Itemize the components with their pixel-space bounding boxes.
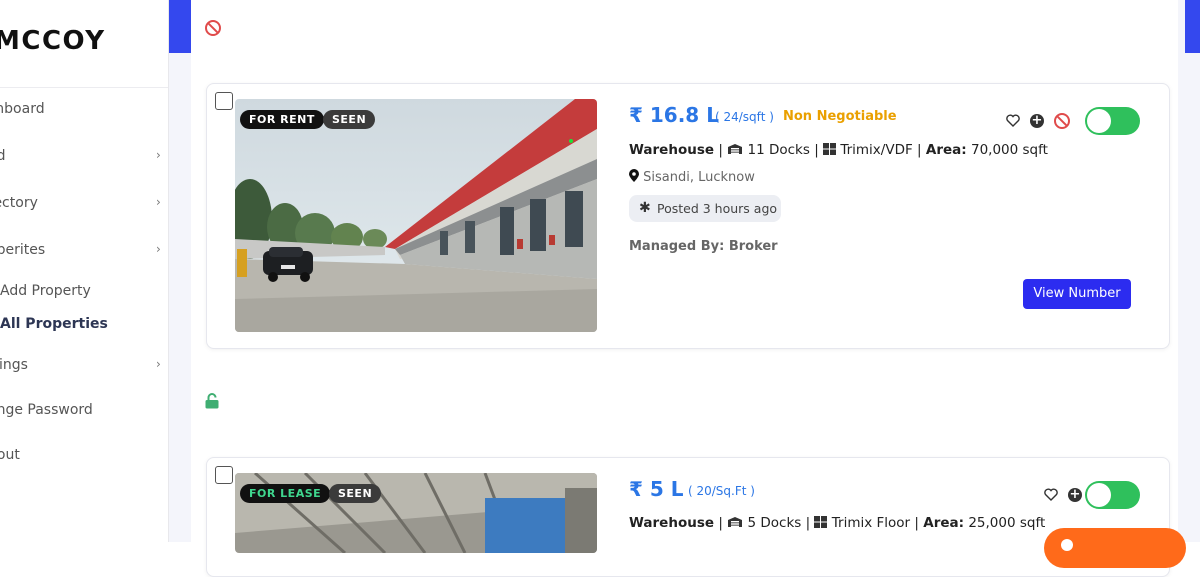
listing-toggle[interactable]	[1085, 107, 1140, 135]
category-label: Warehouse	[629, 515, 715, 531]
chevron-right-icon[interactable]: ›	[156, 357, 161, 371]
map-pin-icon	[629, 169, 639, 182]
warehouse-photo	[235, 99, 597, 332]
spec-separator: |	[917, 142, 922, 158]
listing-rate: ( 20/Sq.Ft )	[688, 484, 755, 498]
floor-type: Trimix/VDF	[840, 142, 913, 158]
floor-grid-icon	[814, 516, 828, 528]
nav-logout[interactable]: gout	[0, 447, 20, 463]
area-label: Area:	[923, 515, 965, 531]
select-checkbox[interactable]	[215, 466, 233, 484]
header-accent-left	[169, 0, 191, 53]
plus-circle-icon[interactable]: +	[1030, 114, 1044, 128]
posted-chip: ✱ Posted 3 hours ago	[629, 195, 781, 222]
location-text: Sisandi, Lucknow	[643, 170, 755, 185]
nav-change-password[interactable]: ange Password	[0, 402, 93, 418]
managed-by: Managed By: Broker	[629, 239, 778, 254]
plus-circle-icon[interactable]: +	[1068, 488, 1082, 502]
listing-specs: Warehouse | 11 Docks | Trimix/VDF | Area…	[629, 142, 1048, 158]
ban-icon[interactable]	[205, 20, 221, 36]
listing-rate: ( 24/sqft )	[715, 110, 774, 124]
fab-icon	[1061, 539, 1073, 551]
floor-grid-icon	[823, 143, 837, 155]
listing-specs: Warehouse | 5 Docks | Trimix Floor | Are…	[629, 515, 1045, 531]
property-photo[interactable]: FOR LEASE SEEN	[235, 473, 597, 553]
managed-value: Broker	[728, 239, 778, 254]
floating-action-button[interactable]	[1044, 528, 1186, 568]
toggle-knob	[1087, 109, 1111, 133]
seen-badge: SEEN	[323, 110, 376, 129]
negotiable-label: Non Negotiable	[783, 109, 897, 124]
nav-lead[interactable]: ad	[0, 148, 5, 164]
nav-settings[interactable]: ttings	[0, 357, 28, 373]
spec-separator: |	[814, 142, 819, 158]
listing-type-badge: FOR LEASE	[240, 484, 331, 503]
listing-price: ₹ 16.8 L	[629, 103, 719, 127]
nav-all-properties[interactable]: All Properties	[0, 316, 108, 332]
ban-icon[interactable]	[1054, 113, 1070, 129]
posted-time: Posted 3 hours ago	[657, 201, 778, 216]
warehouse-dock-icon	[728, 517, 743, 527]
toggle-knob	[1087, 483, 1111, 507]
header-accent-right	[1185, 0, 1200, 53]
nav-add-property[interactable]: Add Property	[0, 283, 91, 299]
spec-separator: |	[914, 515, 919, 531]
spec-separator: |	[805, 515, 811, 531]
spec-separator: |	[718, 142, 723, 158]
brand-logo[interactable]: MCCOY	[0, 26, 106, 56]
listing-toggle[interactable]	[1085, 481, 1140, 509]
floor-type: Trimix Floor	[831, 515, 911, 531]
chevron-right-icon[interactable]: ›	[156, 195, 161, 209]
area-value: 25,000 sqft	[968, 515, 1046, 531]
asterisk-icon: ✱	[639, 200, 651, 216]
listing-location: Sisandi, Lucknow	[629, 169, 755, 185]
listing-type-badge: FOR RENT	[240, 110, 324, 129]
listing-price: ₹ 5 L	[629, 477, 684, 501]
nav-directory[interactable]: rectory	[0, 195, 38, 211]
heart-icon[interactable]	[1044, 488, 1058, 501]
property-photo[interactable]: FOR RENT SEEN	[235, 99, 597, 332]
nav-properties[interactable]: operites	[0, 242, 45, 258]
area-label: Area:	[925, 142, 967, 158]
nav-dashboard[interactable]: shboard	[0, 101, 45, 117]
docks-count: 11 Docks	[747, 142, 810, 158]
chevron-right-icon[interactable]: ›	[156, 242, 161, 256]
chevron-right-icon[interactable]: ›	[156, 148, 161, 162]
docks-count: 5 Docks	[747, 515, 802, 531]
sidebar-divider	[0, 87, 168, 88]
warehouse-dock-icon	[728, 144, 743, 154]
heart-icon[interactable]	[1006, 114, 1020, 127]
view-number-button[interactable]: View Number	[1023, 279, 1131, 309]
seen-badge: SEEN	[329, 484, 382, 503]
managed-label: Managed By:	[629, 239, 725, 254]
spec-separator: |	[718, 515, 723, 531]
unlock-icon[interactable]	[205, 393, 219, 409]
sidebar: MCCOY shboard ad › rectory › operites › …	[0, 0, 169, 542]
category-label: Warehouse	[629, 142, 715, 158]
area-value: 70,000 sqft	[970, 142, 1048, 158]
select-checkbox[interactable]	[215, 92, 233, 110]
